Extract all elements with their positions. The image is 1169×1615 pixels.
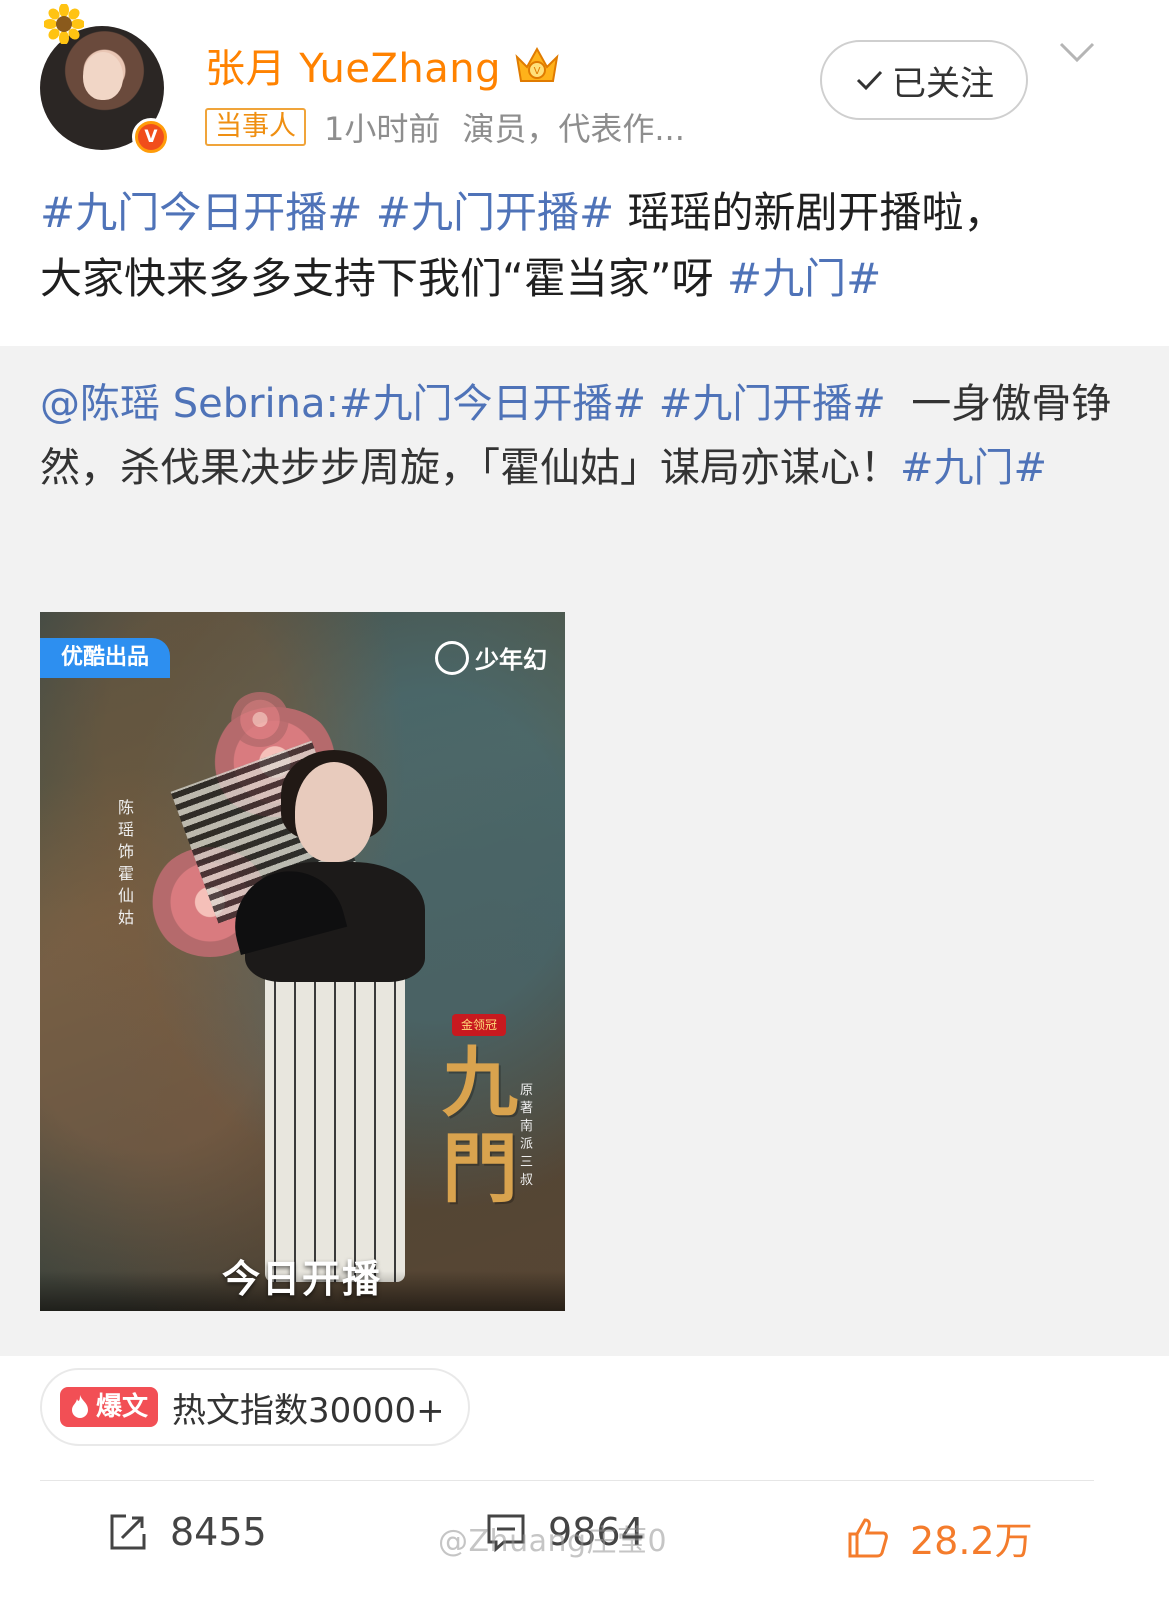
hot-badge-label: 爆文 bbox=[96, 1392, 149, 1422]
check-icon bbox=[856, 70, 883, 91]
brand-label: 少年幻 bbox=[475, 646, 547, 674]
repost-content: @陈瑶 Sebrina:#九门今日开播# #九门开播# 一身傲骨铮然，杀伐果决步… bbox=[40, 372, 1130, 500]
like-count: 28.2万 bbox=[910, 1519, 1033, 1563]
hashtag-link[interactable]: #九门开播# bbox=[376, 188, 614, 237]
hashtag-link[interactable]: #九门# bbox=[727, 254, 881, 303]
party-badge: 当事人 bbox=[205, 108, 306, 146]
user-description: 演员，代表作... bbox=[462, 110, 685, 148]
poster-title: 九門 bbox=[442, 1038, 518, 1213]
svg-text:V: V bbox=[534, 66, 541, 77]
hot-badge: 爆文 bbox=[60, 1387, 159, 1427]
divider bbox=[40, 1480, 1094, 1481]
hot-index-text: 热文指数30000+ bbox=[172, 1390, 445, 1431]
poster-image[interactable]: 优酷出品 少年幻 陈瑶 饰 霍仙姑 金领冠 九門 原著 南派三叔 今日开播 bbox=[40, 612, 565, 1311]
brand-logo-icon bbox=[435, 640, 469, 675]
repost-card[interactable]: @陈瑶 Sebrina:#九门今日开播# #九门开播# 一身傲骨铮然，杀伐果决步… bbox=[0, 346, 1169, 1356]
follow-button[interactable]: 已关注 bbox=[820, 40, 1028, 120]
post-text-line2: 大家快来多多支持下我们“霍当家”呀 bbox=[40, 254, 714, 303]
mention-link[interactable]: @陈瑶 Sebrina bbox=[40, 381, 326, 427]
youku-label: 优酷出品 bbox=[40, 638, 170, 678]
follow-button-label: 已关注 bbox=[892, 63, 994, 104]
post-time: 1小时前 bbox=[324, 110, 441, 148]
poster-cast-text: 陈瑶 饰 霍仙姑 bbox=[118, 798, 135, 927]
poster-author: 原著 南派三叔 bbox=[520, 1083, 534, 1188]
hashtag-link[interactable]: #九门今日开播# bbox=[40, 188, 362, 237]
sunflower-icon bbox=[44, 4, 84, 44]
mention-colon: : bbox=[325, 381, 340, 427]
thumbs-up-icon bbox=[848, 1517, 888, 1557]
flame-icon bbox=[72, 1395, 88, 1418]
username[interactable]: 张月 YueZhang bbox=[205, 36, 501, 94]
post-text-line1: 瑶瑶的新剧开播啦， bbox=[627, 188, 1006, 237]
post-content: #九门今日开播# #九门开播# 瑶瑶的新剧开播啦， 大家快来多多支持下我们“霍当… bbox=[40, 180, 1130, 312]
hashtag-link[interactable]: #九门今日开播# bbox=[339, 381, 646, 427]
crown-icon: V bbox=[515, 46, 559, 82]
repost-button[interactable]: 8455 bbox=[106, 1510, 267, 1554]
post-header: V 张月 YueZhang V 当事人 1小时前 演员，代表作... 已关注 bbox=[0, 0, 1169, 156]
repost-icon bbox=[110, 1514, 146, 1550]
repost-count: 8455 bbox=[170, 1510, 267, 1554]
hashtag-link[interactable]: #九门开播# bbox=[659, 381, 886, 427]
hashtag-link[interactable]: #九门# bbox=[900, 445, 1047, 491]
shaonian-logo: 少年幻 bbox=[435, 640, 547, 675]
sponsor-badge: 金领冠 bbox=[452, 1014, 506, 1036]
like-button[interactable]: 28.2万 bbox=[846, 1510, 1033, 1565]
poster-airing-text: 今日开播 bbox=[222, 1257, 383, 1301]
avatar[interactable]: V bbox=[40, 4, 170, 156]
chevron-down-icon[interactable] bbox=[1058, 40, 1096, 66]
hot-article-pill[interactable]: 爆文 热文指数30000+ bbox=[40, 1368, 470, 1446]
poster-figure bbox=[222, 750, 435, 1282]
verified-badge-icon: V bbox=[132, 118, 170, 156]
watermark: @Zhuang庄莹0 bbox=[438, 1524, 668, 1559]
